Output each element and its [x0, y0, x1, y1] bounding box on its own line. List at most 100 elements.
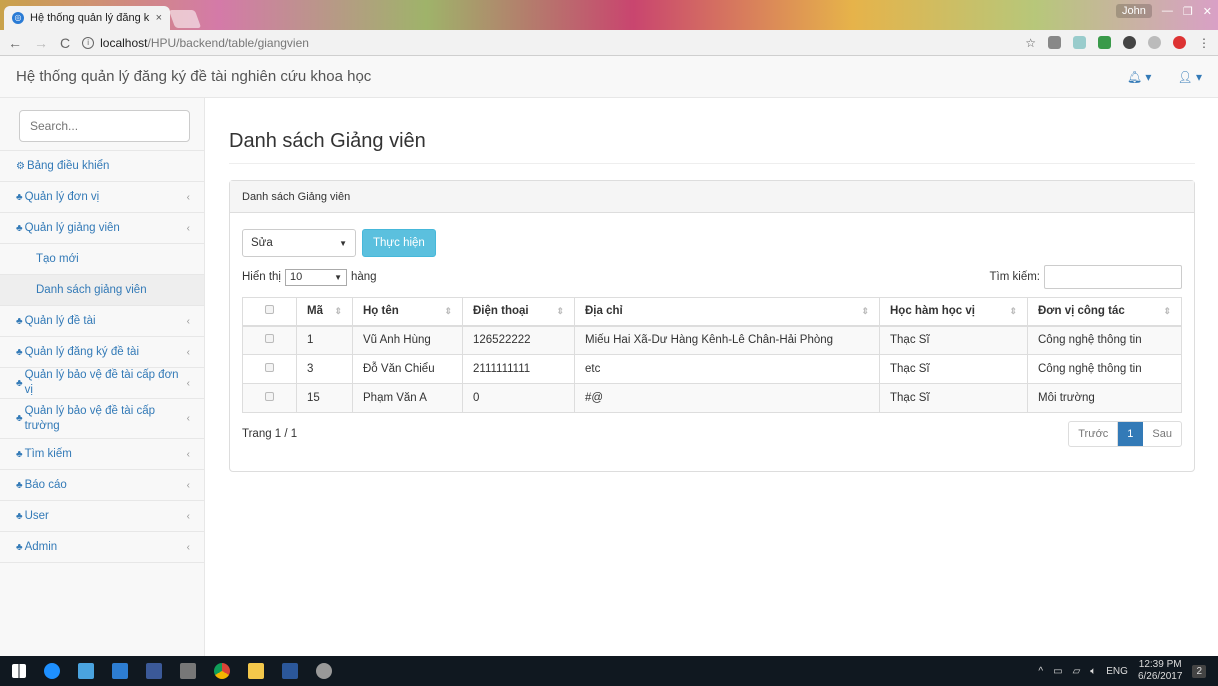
extension-1-icon[interactable]: [1048, 36, 1061, 49]
sort-icon: ⇕: [556, 306, 564, 316]
pen-icon[interactable]: [180, 663, 196, 679]
tab-close-icon[interactable]: ×: [156, 12, 162, 24]
new-tab-button[interactable]: [168, 10, 202, 28]
clock[interactable]: 12:39 PM 6/26/2017: [1138, 659, 1183, 683]
close-window-icon[interactable]: ✕: [1203, 5, 1212, 18]
bookmark-star-icon[interactable]: ☆: [1025, 36, 1036, 50]
dashboard-icon: ⚙: [16, 160, 25, 172]
sidebar-subitem-lecturer-list[interactable]: Danh sách giảng viên: [0, 275, 204, 306]
sidebar-subitem-create[interactable]: Tạo mới: [0, 244, 204, 275]
forward-arrow-icon[interactable]: →: [34, 35, 48, 51]
sidebar-item-topics[interactable]: ♣ Quản lý đề tài ‹: [0, 306, 204, 337]
battery-icon[interactable]: ▭: [1053, 666, 1062, 677]
sort-icon: ⇕: [861, 306, 869, 316]
cell-name: Đỗ Văn Chiểu: [352, 354, 463, 384]
notifications-bell-icon[interactable]: 🔔︎ ▾: [1127, 70, 1152, 84]
site-info-icon[interactable]: i: [82, 36, 95, 49]
sort-icon: ⇕: [1163, 306, 1171, 316]
extension-2-icon[interactable]: [1073, 36, 1086, 49]
cell-phone: 126522222: [462, 325, 575, 355]
page-title: Danh sách Giảng viên: [229, 130, 1195, 164]
mail-icon[interactable]: [112, 663, 128, 679]
page-length-select[interactable]: 10 ▼: [285, 268, 347, 286]
browser-user-badge[interactable]: John: [1116, 4, 1152, 18]
volume-icon[interactable]: 🔈︎: [1090, 666, 1096, 677]
minimize-icon[interactable]: —: [1162, 5, 1173, 17]
sidebar-item-lecturers[interactable]: ♣ Quản lý giảng viên ‹: [0, 213, 204, 244]
os-taskbar: ^ ▭ ▱ 🔈︎ ENG 12:39 PM 6/26/2017 2: [0, 656, 1218, 686]
table-row[interactable]: 15 Phạm Văn A 0 #@ Thạc Sĩ Môi trường: [242, 383, 1182, 413]
chevron-left-icon: ‹: [186, 479, 190, 491]
word-icon[interactable]: [282, 663, 298, 679]
cell-phone: 2111111111: [462, 354, 575, 384]
chevron-left-icon: ‹: [186, 222, 190, 234]
table-controls: Hiển thị 10 ▼ hàng Tìm kiếm:: [242, 265, 1182, 289]
input-language[interactable]: ENG: [1106, 666, 1128, 677]
table-search-input[interactable]: [1044, 265, 1182, 289]
column-header-unit[interactable]: Đơn vị công tác ⇕: [1027, 297, 1182, 327]
column-header-name[interactable]: Họ tên ⇕: [352, 297, 463, 327]
execute-button[interactable]: Thực hiện: [362, 229, 436, 257]
file-explorer-icon[interactable]: [248, 663, 264, 679]
lecturer-panel: Danh sách Giảng viên Sửa ▼ Thực hiện Hiể…: [229, 180, 1195, 472]
column-header-degree[interactable]: Học hàm học vị ⇕: [879, 297, 1028, 327]
table-footer: Trang 1 / 1 Trước 1 Sau: [242, 421, 1182, 447]
browser-tab-bar: ◎ Hệ thống quản lý đăng k × John — ❐ ✕: [0, 0, 1218, 30]
back-arrow-icon[interactable]: ←: [8, 35, 22, 51]
network-icon[interactable]: ▱: [1073, 666, 1081, 677]
cell-degree: Thạc Sĩ: [879, 354, 1028, 384]
windows-start-icon[interactable]: [12, 664, 26, 678]
sidebar-item-admin[interactable]: ♣ Admin ‹: [0, 532, 204, 563]
row-checkbox[interactable]: [242, 325, 297, 355]
caret-down-icon: ▼: [339, 238, 347, 248]
extension-4-icon[interactable]: [1123, 36, 1136, 49]
browser-menu-icon[interactable]: ⋮: [1198, 36, 1210, 50]
cell-unit: Môi trường: [1027, 383, 1182, 413]
url-host: localhost: [100, 35, 148, 50]
reload-icon[interactable]: C: [60, 35, 70, 51]
sidebar-item-user[interactable]: ♣ User ‹: [0, 501, 204, 532]
sidebar-item-topic-registration[interactable]: ♣ Quản lý đăng ký đề tài ‹: [0, 337, 204, 368]
bulk-actions: Sửa ▼ Thực hiện: [242, 229, 1182, 257]
extension-5-icon[interactable]: [1148, 36, 1161, 49]
sidebar-item-search[interactable]: ♣ Tìm kiếm ‹: [0, 439, 204, 470]
maximize-icon[interactable]: ❐: [1183, 5, 1193, 18]
table-row[interactable]: 1 Vũ Anh Hùng 126522222 Miếu Hai Xã-Dư H…: [242, 325, 1182, 355]
select-all-checkbox[interactable]: [242, 297, 297, 327]
panel-body: Sửa ▼ Thực hiện Hiển thị 10 ▼ hàng Tìm k…: [230, 213, 1194, 463]
sidebar-item-label: Admin: [24, 540, 58, 553]
sidebar-item-unit-defense[interactable]: ♣ Quản lý bảo vệ đề tài cấp đơn vị ‹: [0, 368, 204, 399]
extension-3-icon[interactable]: [1098, 36, 1111, 49]
pagination-page-1[interactable]: 1: [1118, 422, 1144, 446]
panel-heading: Danh sách Giảng viên: [230, 181, 1194, 213]
sidebar-item-units[interactable]: ♣ Quản lý đơn vị ‹: [0, 182, 204, 213]
app-navbar: Hệ thống quản lý đăng ký đề tài nghiên c…: [0, 56, 1218, 98]
cell-name: Vũ Anh Hùng: [352, 325, 463, 355]
pagination-prev[interactable]: Trước: [1069, 422, 1119, 446]
url-field[interactable]: i localhost/HPU/backend/table/giangvien: [82, 36, 1013, 50]
pagination-next[interactable]: Sau: [1143, 422, 1181, 446]
sidebar-item-reports[interactable]: ♣ Báo cáo ‹: [0, 470, 204, 501]
row-checkbox[interactable]: [242, 354, 297, 384]
browser-tab[interactable]: ◎ Hệ thống quản lý đăng k ×: [4, 6, 170, 30]
sidebar-item-school-defense[interactable]: ♣ Quản lý bảo vệ đề tài cấp trường ‹: [0, 399, 204, 439]
notifications-icon[interactable]: 2: [1192, 664, 1206, 678]
tool-icon[interactable]: [316, 663, 332, 679]
media-icon[interactable]: [146, 663, 162, 679]
chrome-icon[interactable]: [214, 663, 230, 679]
app-brand-title[interactable]: Hệ thống quản lý đăng ký đề tài nghiên c…: [16, 68, 1101, 85]
tray-chevron-icon[interactable]: ^: [1038, 666, 1043, 677]
row-checkbox[interactable]: [242, 383, 297, 413]
user-menu-icon[interactable]: 👤︎ ▾: [1177, 70, 1202, 84]
table-row[interactable]: 3 Đỗ Văn Chiểu 2111111111 etc Thạc Sĩ Cô…: [242, 354, 1182, 384]
column-header-id[interactable]: Mã ⇕: [296, 297, 353, 327]
sidebar-item-dashboard[interactable]: ⚙ Bảng điều khiển: [0, 151, 204, 182]
page-info: Trang 1 / 1: [242, 428, 298, 440]
column-header-address[interactable]: Địa chỉ ⇕: [574, 297, 880, 327]
action-select[interactable]: Sửa ▼: [242, 229, 356, 257]
adblock-icon[interactable]: [1173, 36, 1186, 49]
app-icon[interactable]: [78, 663, 94, 679]
edge-icon[interactable]: [44, 663, 60, 679]
sidebar-search-input[interactable]: [20, 111, 189, 141]
column-header-phone[interactable]: Điện thoại ⇕: [462, 297, 575, 327]
